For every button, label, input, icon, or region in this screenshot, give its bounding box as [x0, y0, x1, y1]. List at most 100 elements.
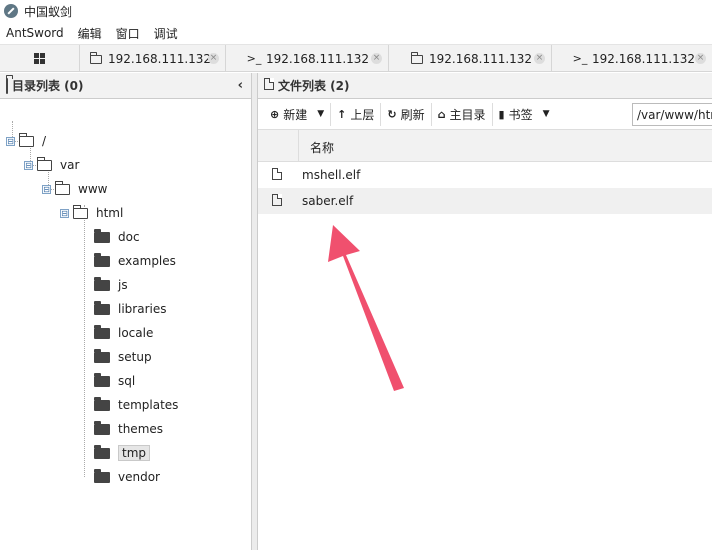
menu-antsword[interactable]: AntSword — [6, 26, 64, 40]
tree-node-label: / — [42, 134, 47, 148]
tree-node-label: setup — [118, 350, 152, 364]
close-icon[interactable]: × — [534, 53, 545, 64]
tree-node-vendor[interactable]: vendor — [94, 467, 160, 487]
tree-node-www[interactable]: ⊟ www — [42, 179, 107, 199]
tree-node-label: templates — [118, 398, 179, 412]
close-icon[interactable]: × — [208, 53, 219, 64]
tab-home[interactable] — [0, 45, 80, 72]
tree-node-label: vendor — [118, 470, 160, 484]
file-row[interactable]: saber.elf — [258, 188, 712, 214]
tab-file-manager-2[interactable]: 192.168.111.132 × — [389, 45, 552, 72]
column-header-name[interactable]: 名称 — [310, 139, 334, 156]
directory-panel-header: 目录列表 (0) ‹ — [0, 73, 251, 99]
plus-circle-icon: ⊕ — [270, 107, 280, 121]
new-button[interactable]: ⊕ 新建 ▼ — [264, 102, 332, 126]
directory-tree: ⊟ / ⊟ var ⊟ www ⊟ html doc examples js l… — [0, 99, 251, 549]
tab-file-manager-1[interactable]: 192.168.111.132 × — [80, 45, 226, 72]
tree-node-examples[interactable]: examples — [94, 251, 176, 271]
tree-node-locale[interactable]: locale — [94, 323, 153, 343]
folder-open-icon — [37, 156, 52, 171]
terminal-icon: >_ — [246, 52, 262, 65]
tab-label: 192.168.111.132 — [592, 51, 696, 66]
refresh-button[interactable]: ↻ 刷新 — [381, 102, 432, 126]
tab-terminal-2[interactable]: >_ 192.168.111.132 × — [552, 45, 712, 72]
path-input[interactable] — [632, 103, 712, 126]
collapse-toggle-icon[interactable]: ⊟ — [60, 208, 69, 218]
file-row[interactable]: mshell.elf — [258, 162, 712, 188]
file-icon — [272, 168, 282, 180]
caret-down-icon: ▼ — [542, 109, 550, 119]
folder-icon — [6, 77, 8, 94]
tree-node-sql[interactable]: sql — [94, 371, 135, 391]
folder-open-icon — [73, 204, 88, 219]
tree-node-libraries[interactable]: libraries — [94, 299, 166, 319]
menu-debug[interactable]: 调试 — [154, 25, 178, 42]
folder-open-icon — [19, 132, 34, 147]
directory-panel-title: 目录列表 (0) — [12, 79, 84, 93]
collapse-panel-icon[interactable]: ‹ — [238, 78, 243, 93]
tree-node-label: libraries — [118, 302, 167, 316]
folder-icon — [94, 420, 110, 435]
file-icon — [264, 78, 274, 90]
folder-icon — [94, 324, 110, 339]
folder-icon — [94, 252, 110, 267]
up-button[interactable]: ↑ 上层 — [331, 102, 382, 126]
tree-node-label: sql — [118, 374, 136, 388]
tree-node-doc[interactable]: doc — [94, 227, 140, 247]
bookmark-button-label: 书签 — [508, 107, 533, 122]
title-bar: 中国蚁剑 — [0, 0, 712, 22]
file-panel: 文件列表 (2) ⊕ 新建 ▼ ↑ 上层 ↻ 刷新 ⌂ 主目录 ▮ 书签 ▼ 名… — [257, 73, 712, 550]
tree-node-label: doc — [118, 230, 140, 244]
folder-icon — [94, 372, 110, 387]
file-grid-header: 名称 — [258, 130, 712, 162]
window-title: 中国蚁剑 — [24, 4, 73, 19]
terminal-icon: >_ — [572, 52, 588, 65]
file-icon — [272, 194, 282, 206]
up-button-label: 上层 — [350, 107, 375, 122]
tree-node-label: js — [118, 278, 128, 292]
tree-node-js[interactable]: js — [94, 275, 128, 295]
new-button-label: 新建 — [283, 107, 308, 122]
arrow-up-icon: ↑ — [337, 107, 347, 121]
tree-node-templates[interactable]: templates — [94, 395, 178, 415]
folder-icon — [94, 300, 110, 315]
tab-label: 192.168.111.132 — [429, 51, 533, 66]
collapse-toggle-icon[interactable]: ⊟ — [24, 160, 33, 170]
tree-node-html[interactable]: ⊟ html — [60, 203, 123, 223]
collapse-toggle-icon[interactable]: ⊟ — [6, 136, 15, 146]
close-icon[interactable]: × — [371, 53, 382, 64]
tree-node-var[interactable]: ⊟ var — [24, 155, 79, 175]
tree-node-label: locale — [118, 326, 154, 340]
grid-icon — [34, 53, 45, 64]
tree-node-setup[interactable]: setup — [94, 347, 152, 367]
file-panel-title: 文件列表 (2) — [278, 79, 350, 93]
close-icon[interactable]: × — [695, 53, 706, 64]
bookmark-icon: ▮ — [498, 107, 505, 121]
tree-node-root[interactable]: ⊟ / — [6, 131, 46, 151]
folder-open-icon — [55, 180, 70, 195]
tab-terminal-1[interactable]: >_ 192.168.111.132 × — [226, 45, 389, 72]
directory-panel: 目录列表 (0) ‹ ⊟ / ⊟ var ⊟ www ⊟ html doc ex… — [0, 73, 252, 550]
file-name: mshell.elf — [302, 168, 361, 182]
tree-node-tmp[interactable]: tmp — [94, 443, 151, 463]
file-name: saber.elf — [302, 194, 354, 208]
bookmark-button[interactable]: ▮ 书签 ▼ — [493, 103, 556, 126]
menu-edit[interactable]: 编辑 — [78, 25, 102, 42]
tab-bar: 192.168.111.132 × >_ 192.168.111.132 × 1… — [0, 44, 712, 72]
collapse-toggle-icon[interactable]: ⊟ — [42, 184, 51, 194]
folder-icon — [90, 52, 102, 64]
folder-icon — [411, 52, 423, 64]
folder-icon — [94, 468, 110, 483]
menu-window[interactable]: 窗口 — [116, 25, 140, 42]
tab-label: 192.168.111.132 — [266, 51, 370, 66]
tree-node-themes[interactable]: themes — [94, 419, 163, 439]
file-panel-header: 文件列表 (2) — [258, 73, 712, 99]
tab-label: 192.168.111.132 — [108, 51, 212, 66]
tree-node-label: tmp — [118, 445, 151, 461]
home-button[interactable]: ⌂ 主目录 — [432, 102, 493, 126]
folder-icon — [94, 444, 110, 459]
tree-node-label: html — [96, 206, 124, 220]
refresh-button-label: 刷新 — [400, 107, 425, 122]
home-icon: ⌂ — [437, 107, 446, 121]
antsword-logo-icon — [4, 4, 18, 18]
